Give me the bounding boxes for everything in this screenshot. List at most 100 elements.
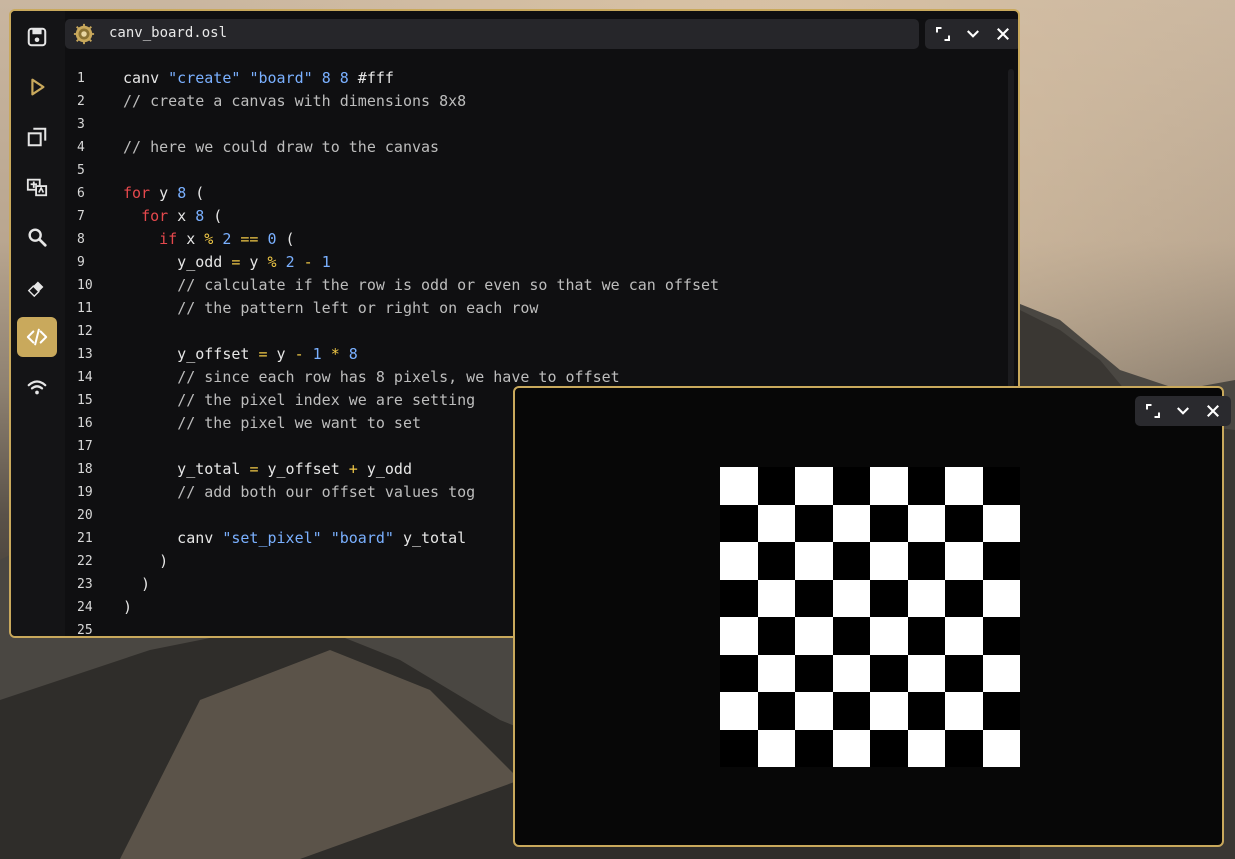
board-pixel xyxy=(907,579,945,617)
viewer-close-button[interactable] xyxy=(1201,399,1225,423)
close-button[interactable] xyxy=(991,22,1015,46)
code-line[interactable]: 8 if x % 2 == 0 ( xyxy=(65,228,1006,251)
board-pixel xyxy=(720,617,758,655)
eraser-button[interactable] xyxy=(17,267,57,307)
code-line[interactable]: 9 y_odd = y % 2 - 1 xyxy=(65,251,1006,274)
line-number: 9 xyxy=(77,255,85,270)
minimize-button[interactable] xyxy=(961,22,985,46)
board-pixel xyxy=(945,542,983,580)
code-line[interactable]: 12 xyxy=(65,320,1006,343)
code-button[interactable] xyxy=(17,317,57,357)
line-text: ) xyxy=(123,596,132,619)
resize-button[interactable] xyxy=(931,22,955,46)
board-pixel xyxy=(907,467,945,505)
line-number: 8 xyxy=(77,232,85,247)
code-line[interactable]: 13 y_offset = y - 1 * 8 xyxy=(65,343,1006,366)
run-button[interactable] xyxy=(17,67,57,107)
translate-icon xyxy=(26,178,48,197)
code-line[interactable]: 3 xyxy=(65,113,1006,136)
board-pixel xyxy=(757,467,795,505)
code-line[interactable]: 4 // here we could draw to the canvas xyxy=(65,136,1006,159)
code-token: = xyxy=(258,345,268,363)
code-line[interactable]: 7 for x 8 ( xyxy=(65,205,1006,228)
code-token: % xyxy=(267,253,277,271)
board-pixel xyxy=(757,504,795,542)
line-number: 6 xyxy=(77,186,85,201)
line-text: y_total = y_offset + y_odd xyxy=(123,458,412,481)
line-text: // add both our offset values tog xyxy=(123,481,475,504)
board-pixel xyxy=(870,542,908,580)
line-text: // the pixel we want to set xyxy=(123,412,421,435)
board-pixel xyxy=(795,504,833,542)
windows-button[interactable] xyxy=(17,117,57,157)
board-pixel xyxy=(720,692,758,730)
line-number: 7 xyxy=(77,209,85,224)
code-token: for xyxy=(123,184,151,202)
board-pixel xyxy=(795,654,833,692)
board-pixel xyxy=(982,504,1020,542)
board-pixel xyxy=(982,542,1020,580)
code-line[interactable]: 11 // the pattern left or right on each … xyxy=(65,297,1006,320)
board-pixel xyxy=(945,617,983,655)
code-line[interactable]: 2 // create a canvas with dimensions 8x8 xyxy=(65,90,1006,113)
viewer-resize-button[interactable] xyxy=(1141,399,1165,423)
code-token: - xyxy=(294,345,304,363)
code-token: if xyxy=(159,230,178,248)
board-pixel xyxy=(757,654,795,692)
line-text: for y 8 ( xyxy=(123,182,204,205)
code-token: 8 xyxy=(321,69,331,87)
board-pixel xyxy=(832,467,870,505)
translate-button[interactable] xyxy=(17,167,57,207)
code-token: 0 xyxy=(267,230,277,248)
board-pixel xyxy=(757,729,795,767)
board-pixel xyxy=(795,729,833,767)
board-pixel xyxy=(870,729,908,767)
board-pixel xyxy=(945,729,983,767)
line-number: 10 xyxy=(77,278,93,293)
code-line[interactable]: 6 for y 8 ( xyxy=(65,182,1006,205)
run-icon xyxy=(31,78,45,96)
network-button[interactable] xyxy=(17,367,57,407)
viewer-minimize-button[interactable] xyxy=(1171,399,1195,423)
code-token: y_offset xyxy=(123,345,259,363)
board-pixel xyxy=(982,579,1020,617)
code-line[interactable]: 5 xyxy=(65,159,1006,182)
line-text: ) xyxy=(123,550,168,573)
board-pixel xyxy=(945,579,983,617)
code-token: y_odd xyxy=(357,460,412,478)
board-pixel xyxy=(945,504,983,542)
search-button[interactable] xyxy=(17,217,57,257)
code-token: "board" xyxy=(330,529,394,547)
code-line[interactable]: 1 canv "create" "board" 8 8 #fff xyxy=(65,67,1006,90)
board-pixel xyxy=(945,692,983,730)
code-token: y xyxy=(150,184,178,202)
code-token: canv xyxy=(123,69,169,87)
code-token: // create a canvas with dimensions 8x8 xyxy=(123,92,467,110)
line-text: // the pixel index we are setting xyxy=(123,389,475,412)
board-pixel xyxy=(982,617,1020,655)
board-pixel xyxy=(870,617,908,655)
board-pixel xyxy=(907,542,945,580)
board-pixel xyxy=(870,467,908,505)
line-number: 13 xyxy=(77,347,93,362)
chevron-down-icon xyxy=(967,30,979,38)
close-icon xyxy=(997,28,1009,40)
line-number: 24 xyxy=(77,600,93,615)
line-text: // create a canvas with dimensions 8x8 xyxy=(123,90,466,113)
line-number: 5 xyxy=(77,163,85,178)
resize-icon xyxy=(936,27,950,41)
save-button[interactable] xyxy=(17,17,57,57)
line-text: // the pattern left or right on each row xyxy=(123,297,538,320)
code-line[interactable]: 10 // calculate if the row is odd or eve… xyxy=(65,274,1006,297)
editor-title-bar[interactable]: canv_board.osl xyxy=(65,19,919,49)
board-pixel xyxy=(720,729,758,767)
line-number: 14 xyxy=(77,370,93,385)
board-pixel xyxy=(907,654,945,692)
